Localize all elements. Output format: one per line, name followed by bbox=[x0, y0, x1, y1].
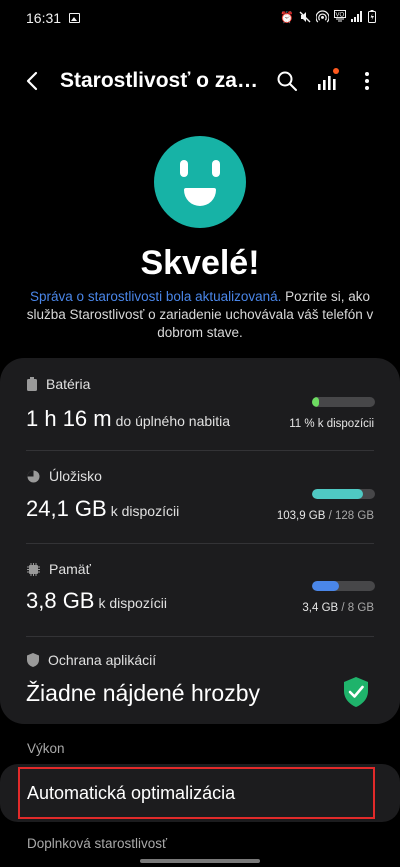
face-eye-left bbox=[180, 160, 188, 177]
battery-label-group: Batéria bbox=[27, 376, 90, 392]
alarm-icon: ⏰ bbox=[280, 11, 294, 24]
status-bar: 16:31 ⏰ VO bbox=[0, 0, 400, 36]
mute-icon bbox=[299, 11, 311, 26]
page-title: Starostlivosť o zaria… bbox=[60, 69, 264, 92]
shield-icon bbox=[27, 653, 39, 667]
battery-value: 1 h 16 m do úplného nabitia bbox=[26, 406, 230, 432]
status-left: 16:31 bbox=[26, 10, 81, 26]
memory-free-suffix: k dispozícii bbox=[98, 595, 167, 611]
storage-icon bbox=[27, 470, 40, 482]
storage-caption: 103,9 GB / 128 GB bbox=[277, 510, 374, 522]
storage-label-group: Úložisko bbox=[27, 468, 102, 484]
back-arrow-icon bbox=[26, 71, 38, 91]
storage-used: 103,9 GB bbox=[276, 510, 326, 522]
storage-bar bbox=[312, 489, 375, 499]
app-protection-row[interactable]: Ochrana aplikácií Žiadne nájdené hrozby bbox=[0, 637, 400, 724]
protection-label-group: Ochrana aplikácií bbox=[27, 652, 156, 668]
face-mouth bbox=[184, 188, 216, 206]
back-button[interactable] bbox=[8, 56, 58, 106]
app-bar: Starostlivosť o zaria… bbox=[0, 56, 400, 106]
app-bar-actions bbox=[274, 68, 380, 94]
search-button[interactable] bbox=[274, 68, 300, 94]
storage-row[interactable]: Úložisko 24,1 GB k dispozícii 103,9 GB / … bbox=[0, 451, 400, 543]
face-eye-right bbox=[212, 160, 220, 177]
search-icon bbox=[277, 71, 297, 91]
more-options-icon bbox=[365, 72, 369, 90]
performance-section-label: Výkon bbox=[27, 741, 65, 756]
memory-label-group: Pamäť bbox=[27, 561, 91, 577]
memory-bar-fill bbox=[312, 581, 340, 591]
status-description: Správa o starostlivosti bola aktualizova… bbox=[26, 288, 374, 342]
battery-time-suffix: do úplného nabitia bbox=[115, 413, 231, 429]
battery-label: Batéria bbox=[46, 376, 91, 392]
report-link[interactable]: Správa o starostlivosti bola aktualizova… bbox=[30, 289, 281, 304]
battery-bar-fill bbox=[312, 397, 319, 407]
storage-total: / 128 GB bbox=[325, 510, 374, 522]
hotspot-icon bbox=[315, 10, 330, 26]
memory-row[interactable]: Pamäť 3,8 GB k dispozícii 3,4 GB / 8 GB bbox=[0, 544, 400, 636]
volte-icon: VO bbox=[334, 10, 346, 26]
home-handle[interactable] bbox=[140, 859, 260, 863]
signal-stats-button[interactable] bbox=[314, 68, 340, 94]
storage-value: 24,1 GB k dispozícii bbox=[26, 496, 179, 522]
battery-bar bbox=[312, 397, 375, 407]
battery-row[interactable]: Batéria 1 h 16 m do úplného nabitia 11 % … bbox=[0, 358, 400, 450]
memory-chip-icon bbox=[27, 562, 40, 576]
memory-total: / 8 GB bbox=[338, 602, 374, 614]
memory-caption: 3,4 GB / 8 GB bbox=[302, 602, 374, 614]
storage-bar-fill bbox=[312, 489, 364, 499]
device-care-screen: 16:31 ⏰ VO Starostlivosť o zaria… Skvelé… bbox=[0, 0, 400, 867]
battery-icon bbox=[368, 10, 376, 26]
memory-used: 3,4 GB bbox=[302, 602, 339, 614]
status-headline: Skvelé! bbox=[140, 244, 260, 282]
status-icons: ⏰ VO bbox=[280, 10, 376, 26]
highlight-box bbox=[18, 767, 375, 819]
protection-label: Ochrana aplikácií bbox=[48, 652, 157, 668]
extra-care-section-label: Doplnková starostlivosť bbox=[27, 836, 168, 851]
battery-caption: 11 % k dispozícii bbox=[289, 418, 374, 430]
notification-dot bbox=[333, 68, 339, 74]
svg-text:VO: VO bbox=[336, 13, 345, 19]
battery-icon bbox=[27, 377, 37, 391]
storage-label: Úložisko bbox=[49, 468, 102, 484]
storage-free: 24,1 GB bbox=[26, 496, 107, 521]
storage-free-suffix: k dispozícii bbox=[110, 503, 180, 519]
shield-check-icon bbox=[344, 677, 368, 707]
status-face-icon bbox=[154, 136, 246, 228]
memory-label: Pamäť bbox=[49, 561, 91, 577]
image-icon bbox=[69, 13, 81, 23]
memory-value: 3,8 GB k dispozícii bbox=[26, 588, 167, 614]
status-time: 16:31 bbox=[26, 10, 62, 26]
protection-status: Žiadne nájdené hrozby bbox=[26, 680, 260, 706]
memory-free: 3,8 GB bbox=[26, 588, 95, 613]
memory-bar bbox=[312, 581, 375, 591]
signal-icon bbox=[351, 11, 363, 25]
battery-time: 1 h 16 m bbox=[26, 406, 112, 431]
more-options-button[interactable] bbox=[354, 68, 380, 94]
device-status-card: Batéria 1 h 16 m do úplného nabitia 11 % … bbox=[0, 358, 400, 724]
